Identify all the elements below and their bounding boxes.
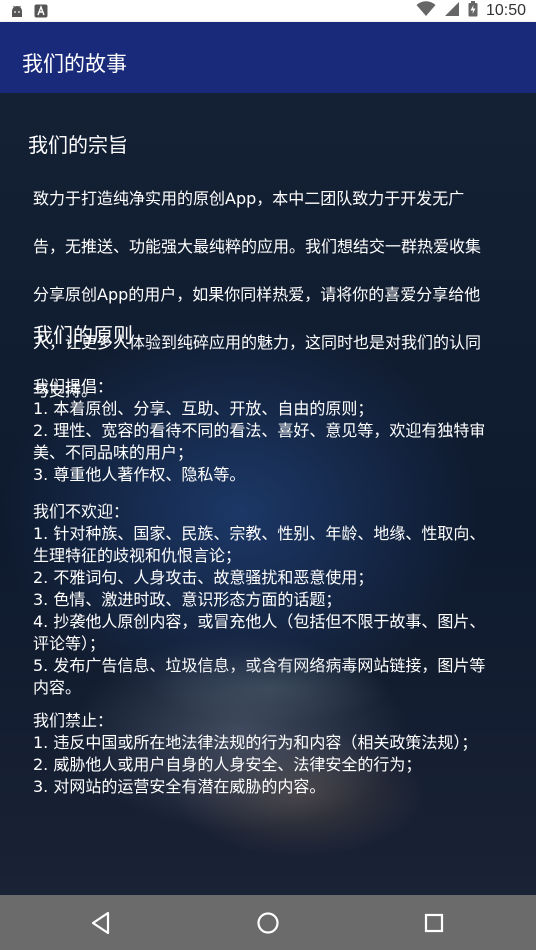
principles-heading: 我们的原则 (33, 323, 133, 347)
unwelcome-item: 4. 抄袭他人原创内容，或冒充他人（包括但不限于故事、图片、 (33, 612, 486, 631)
status-bar: 10:50 (0, 0, 536, 22)
battery-icon (468, 1, 478, 21)
status-time: 10:50 (485, 2, 526, 19)
purpose-heading: 我们的宗旨 (28, 133, 128, 157)
unwelcome-section: 我们不欢迎： 1. 针对种族、国家、民族、宗教、性别、年龄、地缘、性取向、 生理… (33, 501, 533, 699)
advocate-section: 我们提倡： 1. 本着原创、分享、互助、开放、自由的原则； 2. 理性、宽容的看… (33, 376, 533, 486)
unwelcome-item: 5. 发布广告信息、垃圾信息，或含有网络病毒网站链接，图片等 (33, 656, 486, 675)
wifi-icon (416, 1, 436, 21)
advocate-title: 我们提倡： (33, 377, 114, 396)
signal-icon (444, 1, 460, 21)
forbidden-item: 2. 威胁他人或用户自身的人身安全、法律安全的行为； (33, 755, 422, 774)
page-title: 我们的故事 (22, 52, 127, 76)
navigation-bar (0, 895, 536, 950)
unwelcome-item: 3. 色情、激进时政、意识形态方面的话题； (33, 590, 342, 609)
purpose-line: 分享原创App的用户，如果你同样热爱，请将你的喜爱分享给他 (33, 285, 481, 304)
purpose-line: 致力于打造纯净实用的原创App，本中二团队致力于开发无广 (33, 189, 465, 208)
content-area[interactable]: 我们的宗旨 致力于打造纯净实用的原创App，本中二团队致力于开发无广 告，无推送… (0, 93, 536, 895)
advocate-item: 美、不同品味的用户； (33, 443, 194, 462)
notification-icon (34, 3, 48, 22)
unwelcome-item: 评论等）； (33, 634, 106, 653)
purpose-line: 告，无推送、功能强大最纯粹的应用。我们想结交一群热爱收集 (33, 237, 482, 256)
android-icon (10, 3, 24, 22)
recent-apps-icon[interactable] (421, 910, 447, 936)
forbidden-section: 我们禁止： 1. 违反中国或所在地法律法规的行为和内容（相关政策法规）； 2. … (33, 710, 533, 798)
home-icon[interactable] (255, 910, 281, 936)
unwelcome-item: 生理特征的歧视和仇恨言论； (33, 546, 242, 565)
unwelcome-item: 2. 不雅词句、人身攻击、故意骚扰和恶意使用； (33, 568, 374, 587)
back-icon[interactable] (88, 910, 114, 936)
forbidden-title: 我们禁止： (33, 711, 114, 730)
unwelcome-title: 我们不欢迎： (33, 502, 130, 521)
unwelcome-item: 1. 针对种族、国家、民族、宗教、性别、年龄、地缘、性取向、 (33, 524, 486, 543)
advocate-item: 3. 尊重他人著作权、隐私等。 (33, 465, 246, 484)
app-bar: 我们的故事 (0, 22, 536, 93)
unwelcome-item: 内容。 (33, 678, 82, 697)
forbidden-item: 3. 对网站的运营安全有潜在威胁的内容。 (33, 777, 326, 796)
advocate-item: 1. 本着原创、分享、互助、开放、自由的原则； (33, 399, 374, 418)
forbidden-item: 1. 违反中国或所在地法律法规的行为和内容（相关政策法规）； (33, 733, 478, 752)
advocate-item: 2. 理性、宽容的看待不同的看法、喜好、意见等，欢迎有独特审 (33, 421, 486, 440)
